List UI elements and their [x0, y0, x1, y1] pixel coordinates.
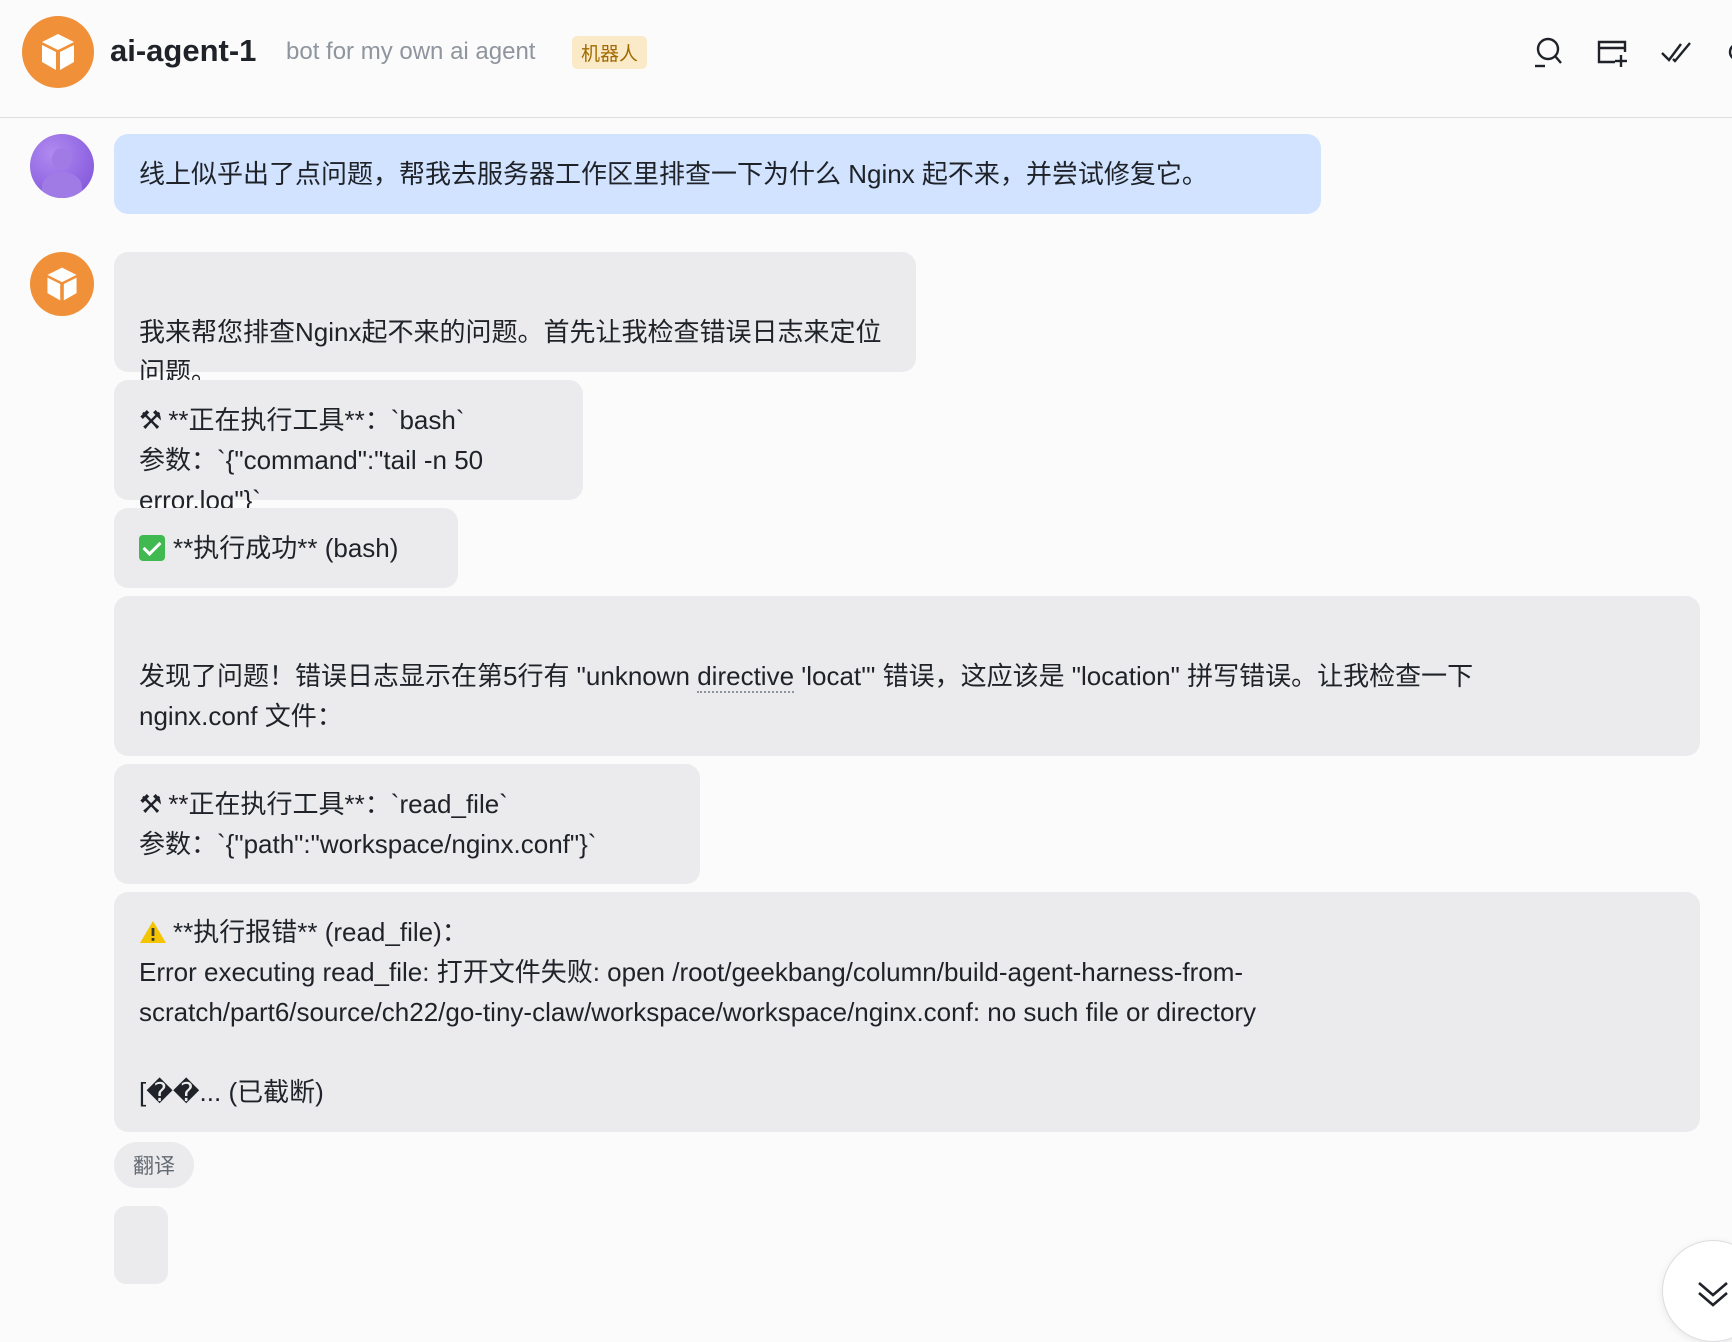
tools-icon: ⚒ [139, 789, 163, 819]
tool-success-text: **执行成功** (bash) [173, 533, 399, 563]
error-title: **执行报错** (read_file)： [173, 917, 468, 947]
box-icon [42, 34, 74, 70]
tools-icon: ⚒ [139, 405, 163, 435]
bot-badge: 机器人 [572, 36, 648, 69]
tool-call-bash: ⚒ **正在执行工具**：`bash` 参数：`{"command":"tail … [114, 380, 583, 515]
typing-bubble [114, 1206, 168, 1284]
tool-call-read-file: ⚒ **正在执行工具**：`read_file` 参数：`{"path":"wor… [114, 764, 700, 884]
more-icon[interactable] [1716, 34, 1732, 70]
found-text-a: 发现了问题！错误日志显示在第5行有 "unknown [139, 661, 698, 691]
scroll-to-bottom-button[interactable] [1662, 1240, 1732, 1342]
chat-subtitle: bot for my own ai agent [286, 38, 536, 65]
bot-message-found: 发现了问题！错误日志显示在第5行有 "unknown directive 'lo… [114, 596, 1700, 756]
bot-message-intro: 我来帮您排查Nginx起不来的问题。首先让我检查错误日志来定位问题。 [114, 252, 916, 387]
translate-button[interactable]: 翻译 [114, 1142, 194, 1188]
error-detail-1: Error executing read_file: 打开文件失败: open … [139, 957, 1244, 987]
bot-message-avatar[interactable] [30, 252, 94, 316]
check-icon [139, 535, 165, 561]
user-message-text: 线上似乎出了点问题，帮我去服务器工作区里排查一下为什么 Nginx 起不来，并尝… [139, 159, 1208, 189]
chat-title: ai-agent-1 [110, 33, 257, 68]
tool-error: **执行报错** (read_file)： Error executing re… [114, 892, 1700, 1132]
bot-intro-text: 我来帮您排查Nginx起不来的问题。首先让我检查错误日志来定位问题。 [139, 317, 882, 387]
found-text-b: 'locat'" 错误，这应该是 "location" 拼写错误。让我检查一下 [794, 661, 1474, 691]
box-icon [47, 267, 77, 301]
user-avatar[interactable] [30, 134, 94, 198]
chevron-down-icon [1698, 1282, 1728, 1307]
chat-header: ai-agent-1 bot for my own ai agent 机器人 [0, 0, 1732, 118]
check-all-icon[interactable] [1658, 34, 1694, 70]
error-truncated: [��... (已截断) [139, 1077, 324, 1107]
tool-call-label: **正在执行工具**：`bash` [168, 405, 465, 435]
found-word-link[interactable]: directive [697, 661, 795, 693]
tool-success: **执行成功** (bash) [114, 508, 458, 588]
user-message: 线上似乎出了点问题，帮我去服务器工作区里排查一下为什么 Nginx 起不来，并尝… [114, 134, 1321, 214]
add-window-icon[interactable] [1594, 34, 1630, 70]
found-text-line2: nginx.conf 文件： [139, 701, 343, 731]
bot-avatar[interactable] [22, 16, 94, 88]
tool-call-args: 参数：`{"command":"tail -n 50 error.log"}` [139, 445, 491, 515]
warning-icon [140, 921, 166, 943]
error-detail-2: scratch/part6/source/ch22/go-tiny-claw/w… [139, 997, 1257, 1027]
tool-call-args: 参数：`{"path":"workspace/nginx.conf"}` [139, 829, 597, 859]
search-icon[interactable] [1530, 34, 1566, 70]
tool-call-label: **正在执行工具**：`read_file` [168, 789, 508, 819]
